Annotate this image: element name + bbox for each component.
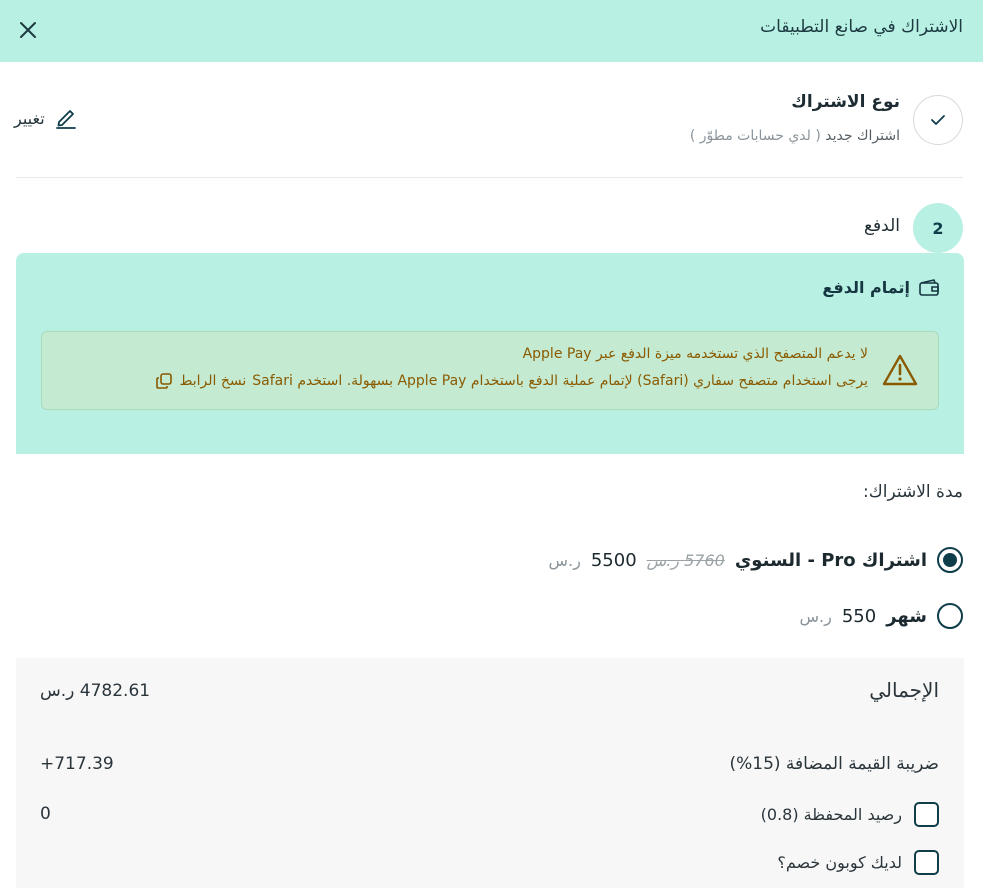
duration-label: مدة الاشتراك: <box>863 482 963 502</box>
apple-pay-warning: لا يدعم المتصفح الذي تستخدمه ميزة الدفع … <box>41 331 939 410</box>
step1-subtitle-main: اشتراك جديد <box>825 128 900 144</box>
order-summary: الإجمالي 4782.61 ر.س ضريبة القيمة المضاف… <box>16 658 964 888</box>
coupon-option[interactable]: لديك كوبون خصم؟ <box>777 850 939 875</box>
warning-triangle-icon <box>882 354 918 386</box>
plan-currency-annual: ر.س <box>548 550 581 570</box>
step2-title: الدفع <box>863 216 900 236</box>
wallet-balance-option[interactable]: رصيد المحفظة (0.8) <box>761 802 939 827</box>
coupon-label: لديك كوبون خصم؟ <box>777 853 902 872</box>
change-button[interactable]: تغيير <box>14 106 77 130</box>
header-title: الاشتراك في صانع التطبيقات <box>760 17 963 37</box>
total-label: الإجمالي <box>869 678 939 702</box>
step1-subtitle-note: ( لدي حسابات مطوّر ) <box>689 128 821 144</box>
wallet-icon <box>919 279 939 296</box>
plan-old-price-annual: 5760 ر.س <box>646 550 725 570</box>
plan-radio-monthly[interactable] <box>937 603 963 629</box>
total-value: 4782.61 ر.س <box>40 681 151 701</box>
wallet-value: 0 <box>40 804 51 824</box>
plan-radio-annual[interactable] <box>937 547 963 573</box>
plan-option-annual[interactable]: اشتراك Pro - السنوي 5760 ر.س 5500 ر.س <box>548 547 963 573</box>
payment-panel: إتمام الدفع لا يدعم المتصفح الذي تستخدمه… <box>16 253 964 454</box>
coupon-checkbox[interactable] <box>914 850 939 875</box>
section-divider <box>16 177 963 178</box>
wallet-label: رصيد المحفظة (0.8) <box>760 805 902 824</box>
vat-label: ضريبة القيمة المضافة (15%) <box>729 754 939 774</box>
close-icon[interactable] <box>17 19 39 41</box>
step1-subtitle: اشتراك جديد ( لدي حسابات مطوّر ) <box>690 128 900 144</box>
plan-option-monthly[interactable]: شهر 550 ر.س <box>800 603 963 629</box>
copy-link-label: نسخ الرابط <box>179 373 247 389</box>
plan-price-monthly: 550 <box>841 605 877 627</box>
warning-line-1: لا يدعم المتصفح الذي تستخدمه ميزة الدفع … <box>522 346 868 362</box>
header-bar: الاشتراك في صانع التطبيقات <box>0 0 983 62</box>
plan-currency-monthly: ر.س <box>799 606 832 626</box>
check-icon <box>931 115 945 125</box>
copy-link-button[interactable]: نسخ الرابط <box>155 372 246 390</box>
copy-icon <box>156 373 173 389</box>
change-label: تغيير <box>14 108 45 128</box>
pencil-icon <box>55 110 76 129</box>
step1-title: نوع الاشتراك <box>791 92 900 112</box>
plan-price-annual: 5500 <box>590 549 637 571</box>
plan-name-monthly: شهر <box>886 605 927 627</box>
vat-value: +717.39 <box>40 754 114 774</box>
step1-status <box>913 95 963 145</box>
payment-title: إتمام الدفع <box>822 277 910 297</box>
step2-number: 2 <box>913 203 963 253</box>
plan-name-annual: اشتراك Pro - السنوي <box>734 549 927 571</box>
warning-line-2-text: يرجى استخدام متصفح سفاري (Safari) لإتمام… <box>252 373 868 389</box>
payment-heading: إتمام الدفع <box>822 277 940 297</box>
warning-line-2: يرجى استخدام متصفح سفاري (Safari) لإتمام… <box>155 372 868 390</box>
wallet-checkbox[interactable] <box>914 802 939 827</box>
